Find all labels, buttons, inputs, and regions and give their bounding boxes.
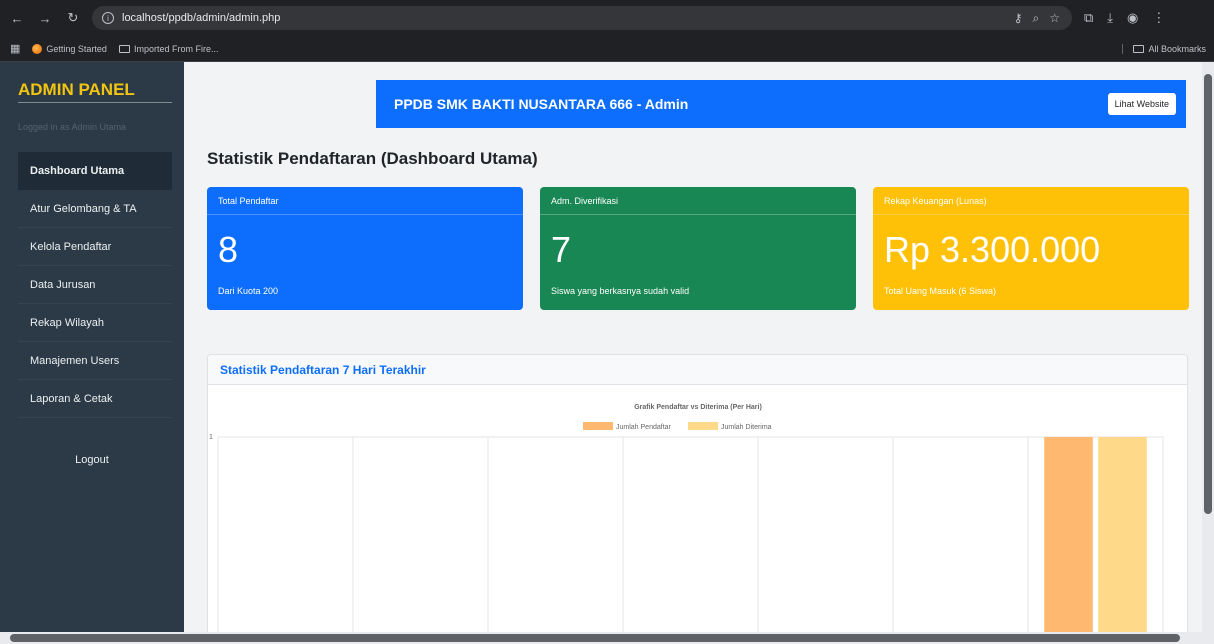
scrollbar-thumb[interactable] [10,634,1180,642]
legend-swatch [583,422,613,430]
logout-link[interactable]: Logout [0,454,184,466]
bar-diterima [1098,437,1147,643]
forward-icon[interactable]: → [34,7,56,29]
chart-legend: Jumlah Pendaftar Jumlah Diterima [583,422,772,431]
password-key-icon[interactable]: ⚷ [1014,11,1023,26]
chart-card-title: Statistik Pendaftaran 7 Hari Terakhir [208,355,1187,385]
chart-bars [1044,437,1147,643]
sidebar-item-pendaftar[interactable]: Kelola Pendaftar [18,228,172,266]
bookmark-label: Imported From Fire... [133,43,219,54]
bar-pendaftar [1044,437,1093,643]
legend-label: Jumlah Pendaftar [616,424,672,431]
card-subtext: Siswa yang berkasnya sudah valid [551,286,690,296]
sidebar-item-wilayah[interactable]: Rekap Wilayah [18,304,172,342]
url-text: localhost/ppdb/admin/admin.php [122,12,281,24]
back-icon[interactable]: ← [6,7,28,29]
bookmark-imported[interactable]: Imported From Fire... [118,43,219,54]
sidebar-item-laporan[interactable]: Laporan & Cetak [18,380,172,418]
sidebar-item-gelombang[interactable]: Atur Gelombang & TA [18,190,172,228]
stat-card-total: Total Pendaftar 8 Dari Kuota 200 [207,187,523,310]
browser-toolbar: ← → ↻ i localhost/ppdb/admin/admin.php ⚷… [0,0,1214,36]
y-tick-label: 1 [209,434,213,441]
stat-card-verified: Adm. Diverifikasi 7 Siswa yang berkasnya… [540,187,856,310]
legend-swatch [688,422,718,430]
bookmark-getting-started[interactable]: Getting Started [32,43,107,54]
folder-icon [118,44,130,53]
sidebar-menu: Dashboard Utama Atur Gelombang & TA Kelo… [18,152,172,418]
extensions-icon[interactable]: ⧉ [1084,10,1093,26]
card-header: Total Pendaftar [207,187,523,215]
reload-icon[interactable]: ↻ [62,7,84,29]
horizontal-scrollbar[interactable] [0,632,1214,644]
bar-chart: Grafik Pendaftar vs Diterima (Per Hari) … [209,404,1164,643]
main-content: PPDB SMK BAKTI NUSANTARA 666 - Admin Lih… [184,62,1202,644]
chart-title: Grafik Pendaftar vs Diterima (Per Hari) [634,404,762,411]
profile-icon[interactable]: ◉ [1127,10,1138,26]
menu-icon[interactable]: ⋮ [1152,10,1165,26]
sidebar-item-users[interactable]: Manajemen Users [18,342,172,380]
view-website-button[interactable]: Lihat Website [1107,93,1176,115]
sidebar-title: ADMIN PANEL [18,80,135,99]
sidebar-item-dashboard[interactable]: Dashboard Utama [18,152,172,190]
firefox-icon [32,43,43,54]
bookmark-star-icon[interactable]: ☆ [1049,11,1060,26]
scrollbar-thumb[interactable] [1204,74,1212,514]
card-value: 8 [218,229,239,270]
header-title: PPDB SMK BAKTI NUSANTARA 666 - Admin [394,96,689,112]
vertical-scrollbar[interactable] [1202,62,1214,632]
stat-card-finance: Rekap Keuangan (Lunas) Rp 3.300.000 Tota… [873,187,1189,310]
card-value: 7 [551,229,572,270]
card-subtext: Dari Kuota 200 [218,286,279,296]
chart-card: Statistik Pendaftaran 7 Hari Terakhir Gr… [207,354,1188,644]
card-subtext: Total Uang Masuk (6 Siswa) [884,286,997,296]
chart-grid: 1 [209,434,1164,643]
apps-grid-icon[interactable]: ▦ [10,42,20,55]
legend-label: Jumlah Diterima [721,424,772,431]
address-bar[interactable]: i localhost/ppdb/admin/admin.php ⚷ ⌕ ☆ [92,6,1072,30]
logged-in-text: Logged in as Admin Utama [18,122,127,132]
all-bookmarks[interactable]: All Bookmarks [1122,43,1206,54]
bookmarks-bar: ▦ Getting Started Imported From Fire... … [0,36,1214,62]
card-value: Rp 3.300.000 [884,229,1101,270]
sidebar-item-jurusan[interactable]: Data Jurusan [18,266,172,304]
folder-icon [1133,44,1145,53]
sidebar: ADMIN PANEL Logged in as Admin Utama Das… [0,62,184,644]
zoom-icon[interactable]: ⌕ [1033,11,1040,26]
all-bookmarks-label: All Bookmarks [1148,43,1206,54]
site-info-icon[interactable]: i [102,12,114,24]
card-header: Rekap Keuangan (Lunas) [873,187,1189,215]
bookmark-label: Getting Started [46,43,107,54]
page-header: PPDB SMK BAKTI NUSANTARA 666 - Admin Lih… [376,80,1186,128]
divider [18,102,172,103]
page-title: Statistik Pendaftaran (Dashboard Utama) [207,149,538,168]
card-header: Adm. Diverifikasi [540,187,856,215]
download-icon[interactable]: ⤓ [1107,10,1113,26]
